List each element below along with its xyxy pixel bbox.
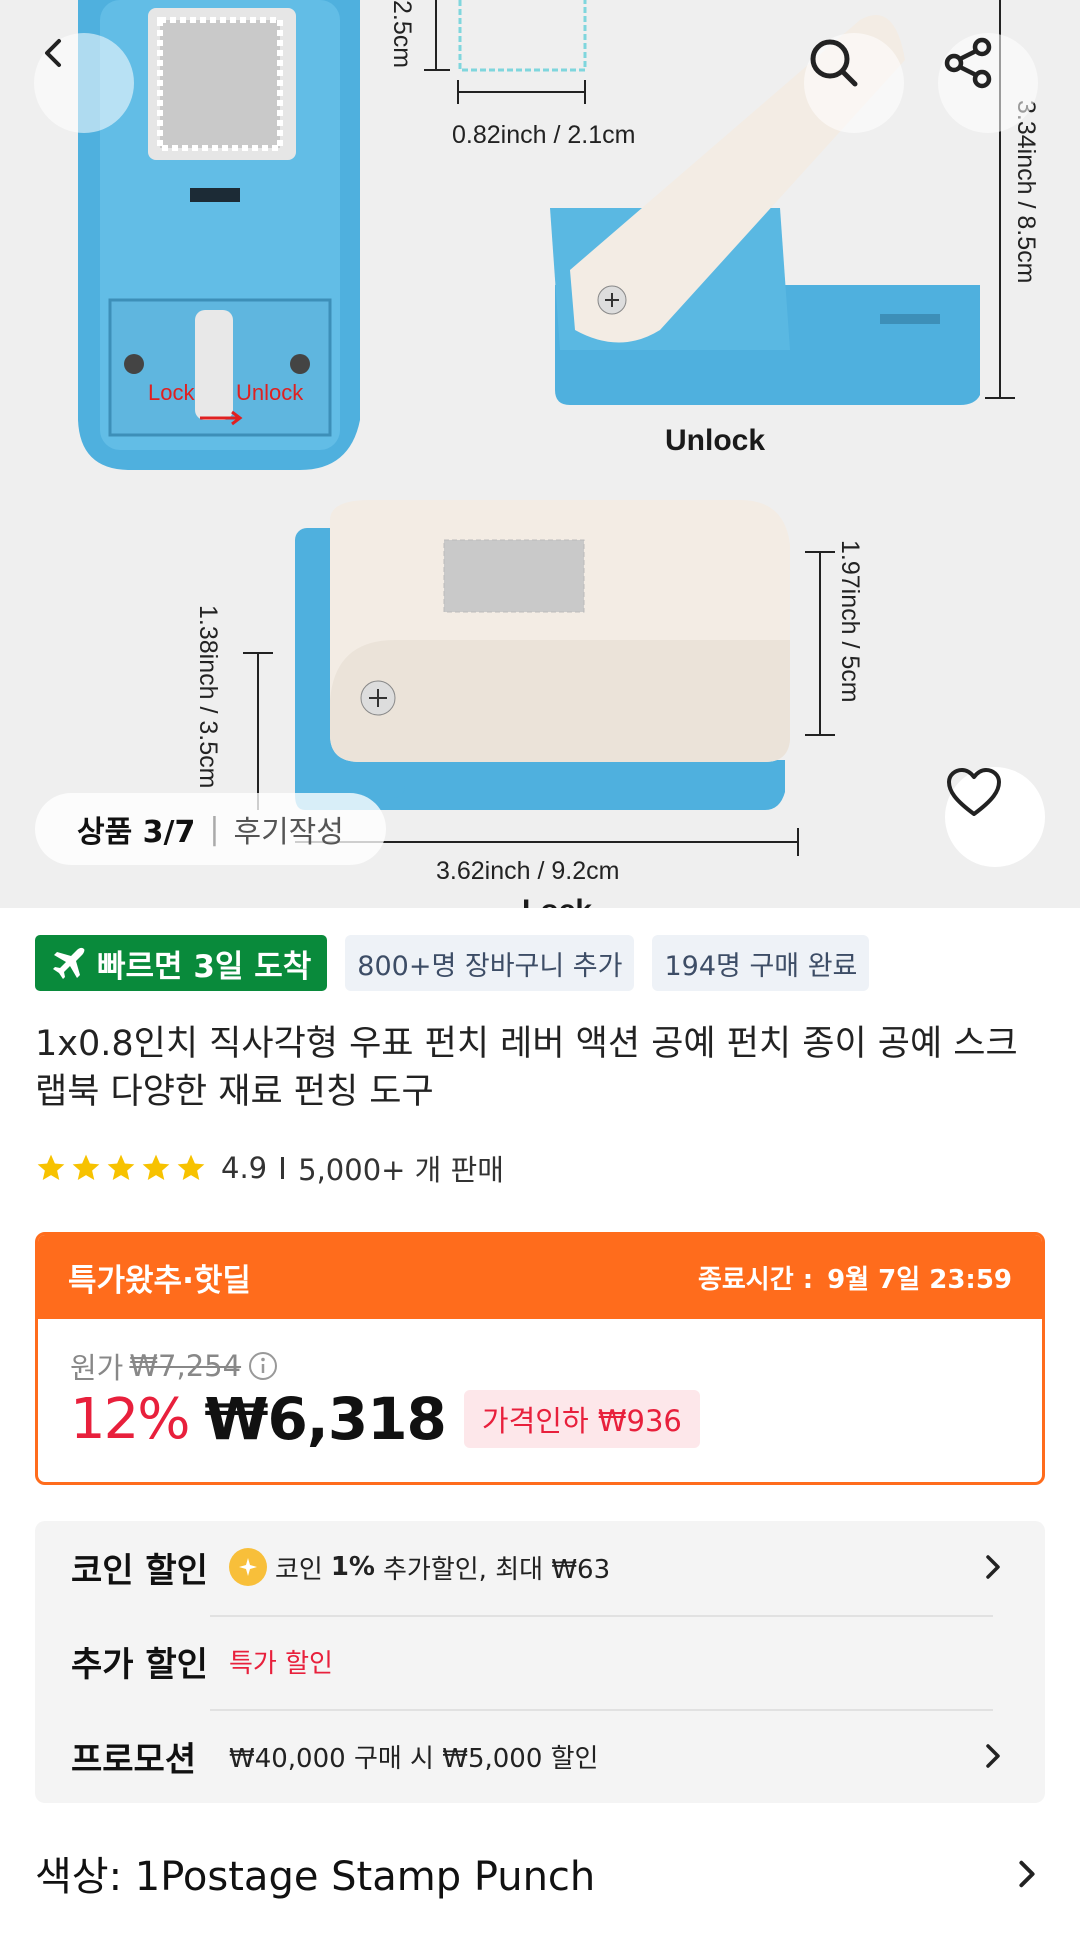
deal-title: 특가왔추·핫딜 [68,1262,251,1299]
star-icon [142,1154,170,1180]
write-review-link[interactable]: 후기작성 [233,807,343,851]
discount-percent: 12% [70,1386,190,1452]
divider [210,1615,993,1617]
svg-text:Unlock: Unlock [665,424,765,457]
svg-text:1.38inch / 3.5cm: 1.38inch / 3.5cm [194,605,222,788]
star-icon [177,1154,205,1180]
discount-panel: 코인 할인 코인 1% 추가할인, 최대 ₩63 추가 할인 특가 할인 프로모… [35,1521,1045,1803]
product-title: 1x0.8인치 직사각형 우표 펀치 레버 액션 공예 펀치 종이 공예 스크랩… [35,1024,1018,1112]
deal-header: 특가왔추·핫딜 종료시간 : 9월 7일 23:59 [38,1235,1042,1319]
chevron-right-icon [986,1744,1000,1768]
star-icon [37,1154,65,1180]
wishlist-button[interactable] [945,767,1045,867]
chevron-right-icon [986,1555,1000,1579]
fast-delivery-badge: 빠르면 3일 도착 [35,935,328,991]
badge-row: 빠르면 3일 도착 800+명 장바구니 추가 194명 구매 완료 [35,935,870,991]
share-button[interactable] [938,33,1038,133]
product-image-carousel[interactable]: Lock Unlock 0.82inch / 2.1cm 2.5cm Unloc… [0,0,1080,908]
punch-unlock-view: Unlock [550,15,980,457]
svg-text:3.34inch / 8.5cm: 3.34inch / 8.5cm [1012,100,1040,283]
share-icon [944,37,992,89]
counter-separator: | [209,811,220,847]
extra-discount-value: 특가 할인 [229,1648,333,1679]
star-rating [35,1152,207,1184]
svg-text:Unlock: Unlock [236,380,304,405]
sold-count: 5,000+ 개 판매 [298,1153,504,1187]
coin-discount-value: 코인 1% 추가할인, 최대 ₩63 [229,1548,610,1586]
svg-text:3.62inch / 9.2cm: 3.62inch / 9.2cm [436,857,619,885]
punch-lock-view [295,500,790,810]
divider [210,1709,993,1711]
deal-end-time: 종료시간 : 9월 7일 23:59 [698,1259,1012,1296]
svg-text:1.97inch / 5cm: 1.97inch / 5cm [836,540,864,703]
sale-price: ₩6,318 [204,1385,446,1453]
svg-text:2.5cm: 2.5cm [388,0,416,68]
image-counter-pill[interactable]: 상품 3/7 | 후기작성 [35,793,386,865]
deal-end-label: 종료시간 : [697,1264,814,1295]
search-icon [810,39,858,87]
extra-discount-row: 추가 할인 특가 할인 [71,1631,1009,1691]
search-button[interactable] [804,33,904,133]
promotion-value: ₩40,000 구매 시 ₩5,000 할인 [229,1743,599,1774]
info-icon[interactable] [247,1350,279,1382]
color-option-text: 색상: 1Postage Stamp Punch [35,1854,596,1900]
price-cut-badge: 가격인하 ₩936 [463,1390,700,1448]
deal-end-value: 9월 7일 23:59 [827,1264,1012,1295]
coin-text-post: 추가할인, 최대 ₩63 [383,1554,611,1585]
original-price: ₩7,254 [129,1349,242,1383]
hot-deal-box: 특가왔추·핫딜 종료시간 : 9월 7일 23:59 원가 ₩7,254 12%… [35,1232,1045,1485]
product-photo: Lock Unlock 0.82inch / 2.1cm 2.5cm Unloc… [78,0,1040,908]
airplane-icon [53,947,85,979]
svg-text:Lock: Lock [522,894,592,908]
star-icon [107,1154,135,1180]
purchase-count-badge: 194명 구매 완료 [652,935,870,991]
coin-text-pre: 코인 [275,1554,323,1585]
chevron-left-icon [45,39,61,67]
coin-percent: 1% [330,1552,375,1582]
original-price-row: 원가 ₩7,254 [70,1345,279,1387]
dimension-small-stamp: 0.82inch / 2.1cm 2.5cm [388,0,635,149]
heart-icon [947,768,1001,816]
coin-discount-label: 코인 할인 [71,1550,208,1591]
star-icon [72,1154,100,1180]
coin-icon [229,1548,267,1586]
price-row: 12% ₩6,318 가격인하 ₩936 [70,1385,700,1453]
fast-delivery-text: 빠르면 3일 도착 [97,948,312,985]
promotion-label: 프로모션 [71,1739,197,1780]
rating-row[interactable]: 4.9 5,000+ 개 판매 [35,1148,504,1188]
cart-count-badge: 800+명 장바구니 추가 [345,935,635,991]
svg-text:0.82inch / 2.1cm: 0.82inch / 2.1cm [452,121,635,149]
image-counter: 상품 3/7 [77,815,196,850]
rating-divider [281,1157,285,1179]
coin-discount-row[interactable]: 코인 할인 코인 1% 추가할인, 최대 ₩63 [71,1537,1009,1597]
extra-discount-label: 추가 할인 [71,1644,208,1685]
rating-value: 4.9 [221,1151,268,1185]
back-button[interactable] [34,33,134,133]
color-option-row[interactable]: 색상: 1Postage Stamp Punch [35,1843,1045,1903]
original-price-label: 원가 [70,1351,124,1385]
promotion-row[interactable]: 프로모션 ₩40,000 구매 시 ₩5,000 할인 [71,1726,1009,1786]
chevron-right-icon [1019,1860,1035,1888]
svg-text:Lock: Lock [148,380,195,405]
